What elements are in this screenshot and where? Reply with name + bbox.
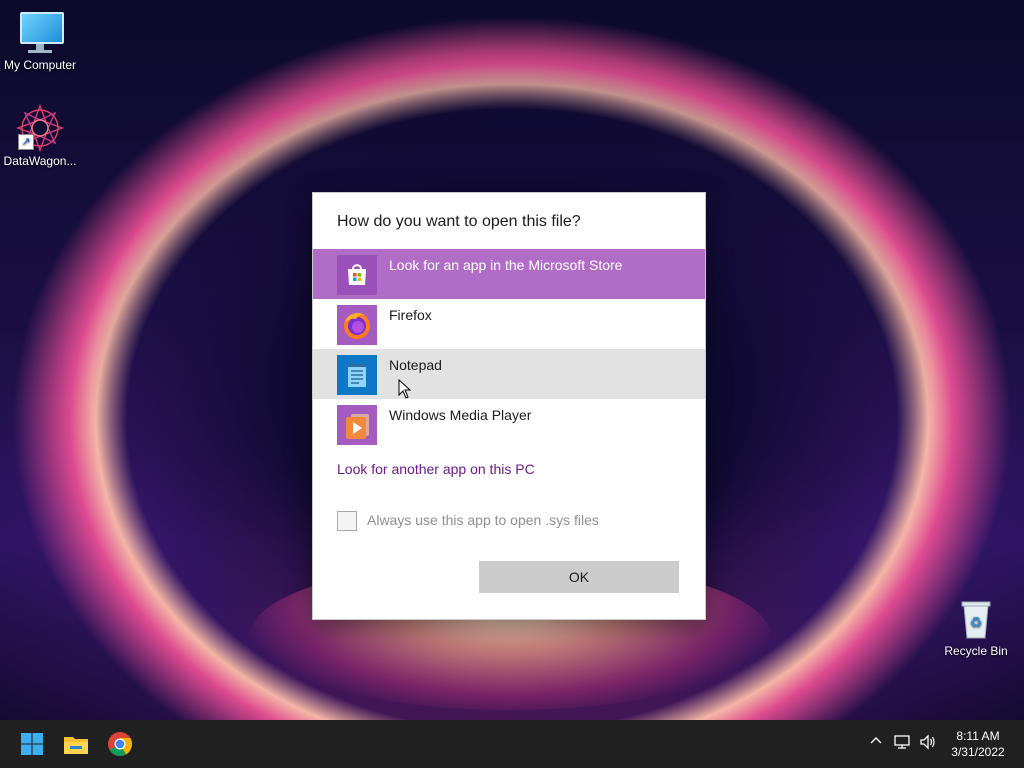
app-option-notepad[interactable]: Notepad <box>313 349 705 399</box>
clock-date: 3/31/2022 <box>951 745 1005 759</box>
always-use-label: Always use this app to open .sys files <box>367 512 599 528</box>
desktop-icon-datawagon[interactable]: ↗ DataWagon... <box>0 104 80 168</box>
app-option-label: Notepad <box>389 357 442 373</box>
network-icon[interactable] <box>893 734 913 754</box>
app-option-label: Look for an app in the Microsoft Store <box>389 257 623 273</box>
desktop-icon-my-computer[interactable]: My Computer <box>0 8 80 72</box>
mouse-pointer-icon <box>398 378 412 399</box>
app-option-label: Firefox <box>389 307 432 323</box>
app-option-label: Windows Media Player <box>389 407 532 423</box>
always-use-checkbox[interactable] <box>337 511 357 531</box>
shortcut-arrow-icon: ↗ <box>18 134 34 150</box>
chevron-up-icon[interactable] <box>866 734 886 754</box>
desktop-icon-recycle-bin[interactable]: ♻ Recycle Bin <box>936 594 1016 658</box>
app-option-microsoft-store[interactable]: Look for an app in the Microsoft Store <box>313 249 705 299</box>
start-icon <box>21 733 43 755</box>
dialog-title: How do you want to open this file? <box>337 213 581 230</box>
app-option-firefox[interactable]: Firefox <box>313 299 705 349</box>
media-player-icon <box>337 405 377 445</box>
file-explorer-icon <box>64 737 88 754</box>
notepad-icon <box>337 355 377 395</box>
app-option-windows-media-player[interactable]: Windows Media Player <box>313 399 705 449</box>
datawagon-icon: ↗ <box>16 104 64 152</box>
clock-time: 8:11 AM <box>956 729 1000 743</box>
firefox-icon <box>337 305 377 345</box>
desktop-icon-label: Recycle Bin <box>944 644 1008 658</box>
file-explorer-button[interactable] <box>60 728 92 760</box>
start-button[interactable] <box>16 728 48 760</box>
ok-button[interactable]: OK <box>479 561 679 593</box>
desktop-icon-label: DataWagon... <box>3 154 77 168</box>
svg-text:♻: ♻ <box>970 615 983 631</box>
chrome-button[interactable] <box>104 728 136 760</box>
recycle-bin-icon: ♻ <box>952 594 1000 642</box>
monitor-icon <box>16 8 64 56</box>
taskbar-clock[interactable]: 8:11 AM 3/31/2022 <box>946 728 1010 760</box>
volume-icon[interactable] <box>918 734 938 754</box>
taskbar: 8:11 AM 3/31/2022 <box>0 720 1024 768</box>
chrome-icon <box>108 732 133 757</box>
store-icon <box>337 255 377 295</box>
desktop-icon-label: My Computer <box>3 58 77 72</box>
look-for-another-app-link[interactable]: Look for another app on this PC <box>337 461 535 477</box>
open-with-dialog: How do you want to open this file? Look … <box>312 192 706 620</box>
